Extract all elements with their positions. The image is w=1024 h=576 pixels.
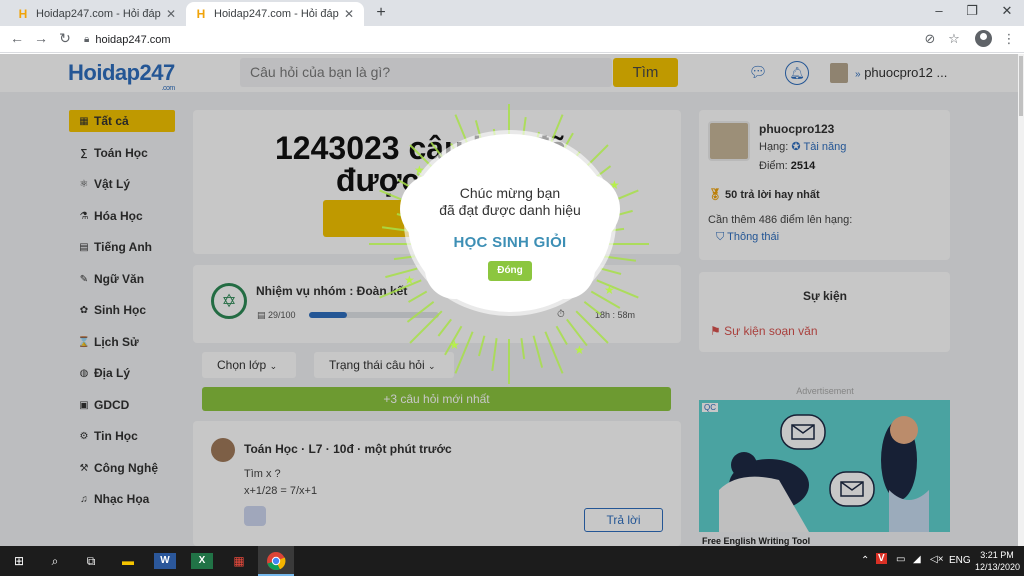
tracking-blocked-icon[interactable]: ⊘ <box>921 31 939 47</box>
address-text: hoidap247.com <box>95 33 171 46</box>
close-tab-icon[interactable]: ✕ <box>164 7 178 21</box>
scrollbar-thumb[interactable] <box>1019 56 1023 116</box>
lock-icon: 🔒︎ <box>84 34 90 45</box>
volume-icon[interactable]: ◁× <box>930 554 944 565</box>
clock[interactable]: 3:21 PM 12/13/2020 <box>975 549 1021 573</box>
taskbar-chrome-active[interactable] <box>258 546 294 576</box>
tab-title: Hoidap247.com - Hỏi đáp bài tập <box>36 8 164 20</box>
congrats-modal <box>408 134 612 312</box>
star-icon: ★ <box>604 283 615 297</box>
forward-icon[interactable]: → <box>32 30 50 46</box>
chrome-icon <box>267 552 286 571</box>
star-icon: ★ <box>449 338 460 352</box>
word-icon[interactable]: W <box>154 553 176 569</box>
clock-time: 3:21 PM <box>980 550 1014 560</box>
address-bar[interactable]: 🔒︎ hoidap247.com <box>84 29 964 50</box>
browser-tab-1[interactable]: H Hoidap247.com - Hỏi đáp bài tập ✕ <box>8 2 186 26</box>
browser-toolbar: ← → ↻ 🔒︎ hoidap247.com ⊘ ☆ ⋮ <box>0 26 1024 53</box>
menu-icon[interactable]: ⋮ <box>1000 31 1018 47</box>
hoidap-favicon-icon: H <box>196 7 206 21</box>
new-tab-icon[interactable]: + <box>372 4 390 22</box>
close-modal-button[interactable]: Đóng <box>488 261 532 281</box>
page: Hoidap247 .com Câu hỏi của bạn là gì? Tì… <box>0 54 1018 546</box>
hoidap-favicon-icon: H <box>18 7 28 21</box>
modal-title: HỌC SINH GIỎI <box>453 234 567 251</box>
modal-line-2: đã đạt được danh hiệu <box>439 202 581 218</box>
tab-title: Hoidap247.com - Hỏi đáp bài tập <box>214 8 342 20</box>
file-explorer-icon[interactable]: ▬ <box>117 551 139 571</box>
reload-icon[interactable]: ↻ <box>56 30 74 47</box>
star-icon: ★ <box>574 343 585 357</box>
excel-icon[interactable]: X <box>191 553 213 569</box>
task-view-icon[interactable]: ⧉ <box>80 551 102 571</box>
clock-date: 12/13/2020 <box>975 562 1021 572</box>
star-icon: ★ <box>404 273 415 287</box>
battery-icon[interactable]: ▭ <box>896 554 905 565</box>
app-icon[interactable]: ▦ <box>228 551 250 571</box>
close-tab-icon[interactable]: ✕ <box>342 7 356 21</box>
search-icon[interactable]: ⌕ <box>44 551 66 571</box>
windows-taskbar: ⊞ ⌕ ⧉ ▬ W X ▦ <box>0 546 1024 576</box>
browser-tab-bar: H Hoidap247.com - Hỏi đáp bài tập ✕ H Ho… <box>0 0 1024 26</box>
antivirus-icon[interactable]: V <box>876 553 887 564</box>
wifi-icon[interactable]: ◢ <box>913 554 921 565</box>
modal-line-1: Chúc mừng bạn <box>459 185 561 201</box>
browser-tab-2[interactable]: H Hoidap247.com - Hỏi đáp bài tập ✕ <box>186 2 364 26</box>
back-icon[interactable]: ← <box>8 30 26 46</box>
bookmark-star-icon[interactable]: ☆ <box>945 31 963 47</box>
windows-start-icon[interactable]: ⊞ <box>8 551 30 571</box>
profile-icon[interactable] <box>975 30 992 47</box>
page-scrollbar[interactable] <box>1018 54 1024 546</box>
restore-icon[interactable]: ❐ <box>962 3 982 19</box>
tray-chevron-icon[interactable]: ⌃ <box>861 555 869 566</box>
close-window-icon[interactable]: ✕ <box>997 3 1017 19</box>
minimize-icon[interactable]: – <box>929 3 949 18</box>
language-indicator[interactable]: ENG <box>949 555 971 566</box>
